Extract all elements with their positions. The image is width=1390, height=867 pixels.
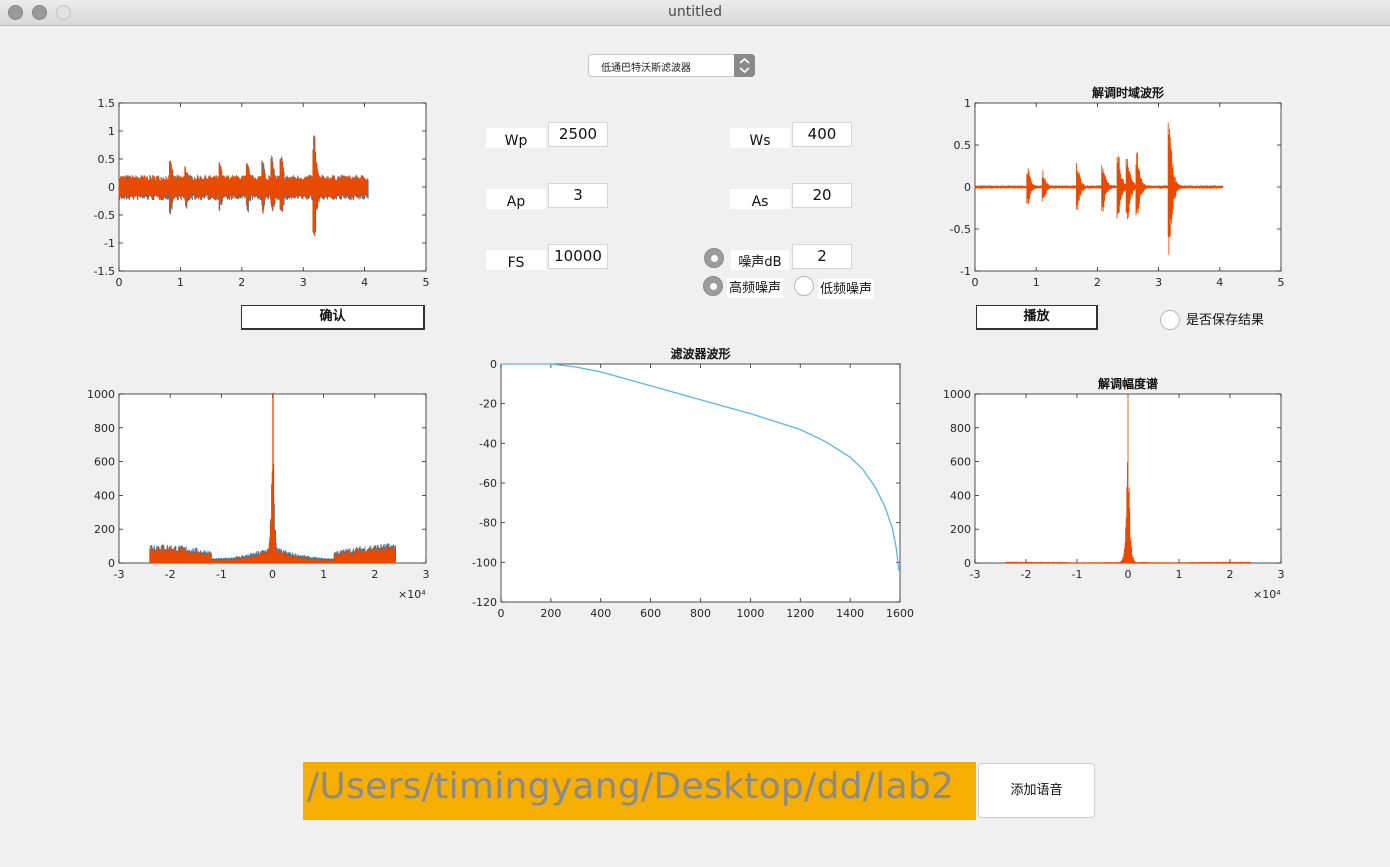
x-tick-label: 1 [1176, 568, 1183, 581]
x-tick-label: 1200 [786, 607, 814, 620]
x-tick-label: 1 [320, 568, 327, 581]
y-tick-label: 1.5 [98, 97, 116, 110]
x-tick-label: 400 [590, 607, 611, 620]
x-tick-label: -3 [114, 568, 125, 581]
x-tick-label: 1400 [836, 607, 864, 620]
x-tick-label: 2 [238, 276, 245, 289]
file-path-line1: /Users/timingyang/Desktop/dd/lab2 [307, 766, 955, 807]
y-tick-label: 600 [94, 456, 115, 469]
y-tick-label: 0 [964, 181, 971, 194]
y-tick-label: -20 [479, 398, 497, 411]
x-tick-label: 4 [361, 276, 368, 289]
y-tick-label: 200 [94, 523, 115, 536]
y-tick-label: 1 [108, 125, 115, 138]
y-tick-label: -100 [472, 556, 497, 569]
input-spectrum-chart: -3 -2 -1 0 1 2 3 1000 800 600 400 200 0 ×10⁴ [87, 388, 430, 601]
y-tick-label: 0 [490, 358, 497, 371]
x-tick-label: 200 [540, 607, 561, 620]
add-voice-button[interactable]: 添加语音 [978, 763, 1095, 818]
file-path-display: /Users/timingyang/Desktop/dd/lab2 2/sd..… [303, 762, 976, 820]
x-tick-label: 0 [1125, 568, 1132, 581]
y-tick-label: 400 [950, 489, 971, 502]
demod-time-wave-chart: 0 1 2 3 4 5 1 0.5 0 -0.5 -1 解调时域波形 [950, 85, 1285, 289]
x-tick-label: 0 [972, 276, 979, 289]
y-tick-label: -60 [479, 477, 497, 490]
x-exponent-label: ×10⁴ [1253, 588, 1281, 601]
x-tick-label: -1 [1072, 568, 1083, 581]
y-tick-label: 0.5 [954, 139, 972, 152]
x-tick-label: 800 [690, 607, 711, 620]
x-tick-label: 1000 [736, 607, 764, 620]
x-tick-label: 0 [116, 276, 123, 289]
file-path-line2: 2/sd...4 [303, 811, 976, 820]
demod-spectrum-chart: -3 -2 -1 0 1 2 3 1000 800 600 400 200 0 ×10⁴ 解调幅度谱 [943, 376, 1285, 601]
y-tick-label: -80 [479, 517, 497, 530]
x-tick-label: -2 [1021, 568, 1032, 581]
y-tick-label: -1 [104, 237, 115, 250]
x-tick-label: -2 [165, 568, 176, 581]
y-tick-label: 800 [94, 422, 115, 435]
x-tick-label: -3 [970, 568, 981, 581]
x-tick-label: 3 [1278, 568, 1285, 581]
y-tick-label: 600 [950, 456, 971, 469]
y-tick-label: -1 [960, 265, 971, 278]
x-tick-label: 4 [1216, 276, 1223, 289]
y-tick-label: 1000 [943, 388, 971, 401]
x-tick-label: 3 [423, 568, 430, 581]
x-tick-label: 1 [177, 276, 184, 289]
y-tick-label: 200 [950, 523, 971, 536]
x-tick-label: 5 [423, 276, 430, 289]
input-time-wave-chart: 0 1 2 3 4 5 1.5 1 0.5 0 -0.5 -1 -1.5 [94, 97, 430, 289]
x-tick-label: 5 [1278, 276, 1285, 289]
y-tick-label: -40 [479, 437, 497, 450]
y-tick-label: -120 [472, 596, 497, 609]
y-tick-label: -0.5 [950, 223, 971, 236]
charts-layer: 0 1 2 3 4 51.510.50-0.5-1-1.50 1 2 3 4 510.50-0.5-… [87, 85, 1285, 620]
x-tick-label: 1600 [886, 607, 914, 620]
x-tick-label: 0 [269, 568, 276, 581]
x-tick-label: 0 [498, 607, 505, 620]
y-tick-label: -1.5 [94, 265, 115, 278]
y-tick-label: 1000 [87, 388, 115, 401]
y-tick-label: 400 [94, 489, 115, 502]
x-tick-label: 2 [1094, 276, 1101, 289]
x-tick-label: 600 [640, 607, 661, 620]
demod-time-wave-title: 解调时域波形 [1092, 85, 1164, 100]
filter-response-chart: 0 200 400 600 800 1000 1200 1400 1600 0 -20 -40 -60 -… [472, 346, 914, 620]
y-tick-label: 1 [964, 97, 971, 110]
x-exponent-label: ×10⁴ [398, 588, 426, 601]
y-tick-label: 0 [108, 181, 115, 194]
y-tick-label: 800 [950, 422, 971, 435]
x-tick-label: 3 [300, 276, 307, 289]
y-tick-label: 0 [964, 557, 971, 570]
x-tick-label: 2 [1227, 568, 1234, 581]
x-tick-label: 3 [1155, 276, 1162, 289]
x-tick-label: 2 [371, 568, 378, 581]
demod-spectrum-title: 解调幅度谱 [1098, 376, 1158, 391]
y-tick-label: -0.5 [94, 209, 115, 222]
y-tick-label: 0 [108, 557, 115, 570]
filter-response-title: 滤波器波形 [670, 346, 730, 361]
x-tick-label: -1 [216, 568, 227, 581]
y-tick-label: 0.5 [98, 153, 116, 166]
x-tick-label: 1 [1033, 276, 1040, 289]
